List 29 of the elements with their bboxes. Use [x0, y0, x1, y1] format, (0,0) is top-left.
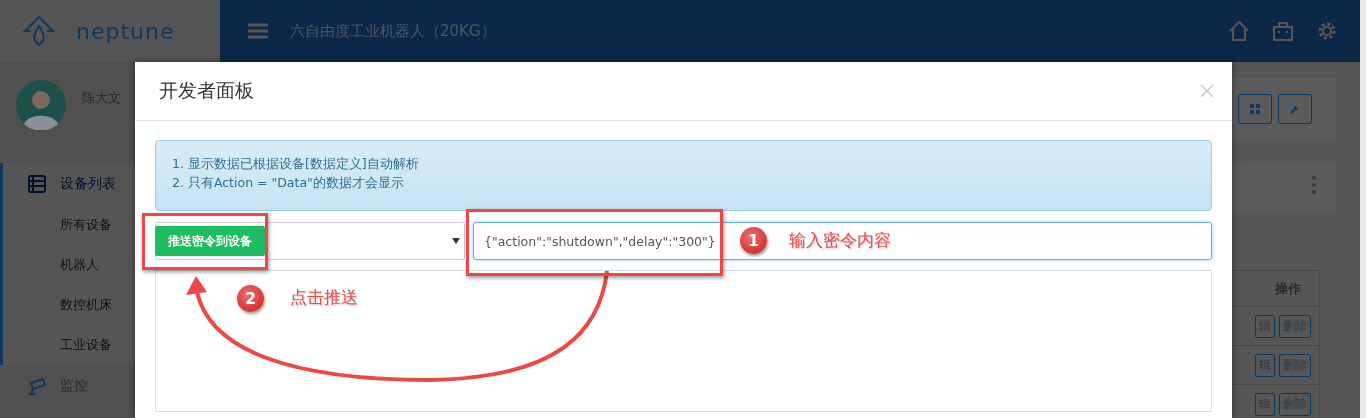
- menu-item[interactable]: 机器人: [60, 245, 99, 285]
- more-icon[interactable]: [1312, 176, 1316, 194]
- push-command-button[interactable]: 推送密令到设备: [155, 226, 265, 256]
- annotation-text: 点击推送: [290, 286, 358, 309]
- menu-icon[interactable]: [248, 23, 268, 39]
- notice-text: 2. 只有Action = "Data"的数据才会显示: [172, 174, 405, 191]
- grid-button[interactable]: [1238, 94, 1272, 124]
- menu-item[interactable]: 所有设备: [60, 205, 112, 245]
- annotation-text: 输入密令内容: [789, 229, 891, 252]
- list-icon: [28, 175, 46, 193]
- grid-icon: [1250, 104, 1260, 114]
- logo-icon: [22, 14, 56, 48]
- bag-icon[interactable]: [1272, 20, 1294, 42]
- dialog-title: 开发者面板: [159, 78, 254, 103]
- wrench-button[interactable]: [1278, 94, 1312, 124]
- device-select[interactable]: 推送密令到设备: [155, 222, 465, 260]
- wrench-icon: [1290, 104, 1300, 114]
- camera-icon: [28, 377, 46, 395]
- menu-item[interactable]: 工业设备: [60, 325, 112, 365]
- avatar: [16, 80, 66, 130]
- menu-item[interactable]: 设备列表: [3, 163, 120, 205]
- notice-text: 1. 显示数据已根据设备[数据定义]自动解析: [172, 155, 420, 172]
- settings-icon[interactable]: [1316, 20, 1338, 42]
- home-icon[interactable]: [1228, 20, 1250, 42]
- page-title: 六自由度工业机器人（20KG）: [290, 21, 497, 41]
- caret-icon: [452, 238, 460, 244]
- close-icon[interactable]: [1200, 84, 1214, 98]
- menu-item[interactable]: 数控机床: [60, 285, 112, 325]
- brand-name: neptune: [76, 18, 175, 44]
